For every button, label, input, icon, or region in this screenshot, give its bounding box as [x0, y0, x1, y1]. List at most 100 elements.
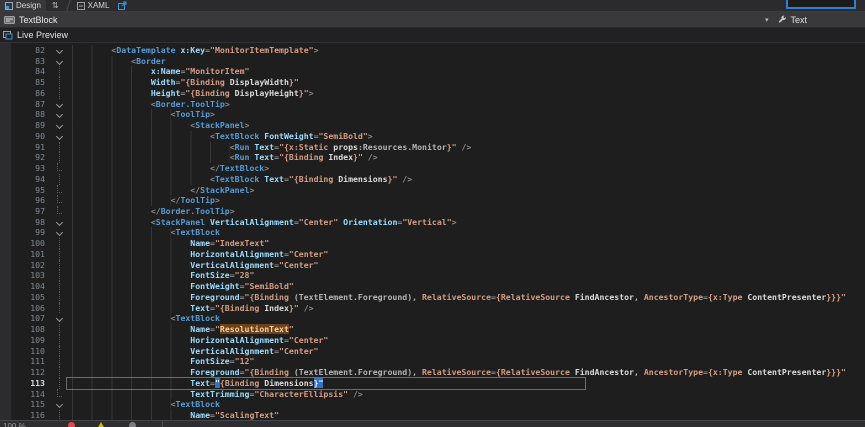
- code-line-112[interactable]: 112Foreground="{Binding (TextElement.For…: [0, 367, 865, 378]
- edit-properties-button[interactable]: Text: [778, 15, 807, 25]
- fold-chevron-icon[interactable]: [52, 45, 66, 56]
- token: ToolTip: [180, 195, 215, 205]
- code-line-103[interactable]: 103FontSize="28": [0, 270, 865, 281]
- code-text: x:Name="MonitorItem": [72, 66, 249, 77]
- token: :Resources.Monitor: [358, 142, 447, 152]
- fold-chevron-icon[interactable]: [52, 109, 66, 120]
- token: Border.ToolTip: [156, 99, 225, 109]
- code-line-108[interactable]: 108Name="ResolutionText": [0, 324, 865, 335]
- code-line-89[interactable]: 89<StackPanel>: [0, 120, 865, 131]
- token: }": [314, 378, 324, 388]
- indent-guides: [72, 356, 190, 367]
- indent-guides: [72, 206, 151, 217]
- code-line-107[interactable]: 107<TextBlock: [0, 313, 865, 324]
- tab-design[interactable]: Design: [0, 0, 46, 11]
- indent-guides: [72, 66, 151, 77]
- code-line-109[interactable]: 109HorizontalAlignment="Center": [0, 335, 865, 346]
- code-line-111[interactable]: 111FontSize="12": [0, 356, 865, 367]
- breadcrumb-element[interactable]: TextBlock: [19, 15, 58, 25]
- popout-window-icon[interactable]: [118, 1, 127, 10]
- token: Name: [190, 324, 210, 334]
- fold-chevron-icon[interactable]: [52, 313, 66, 324]
- code-text: FontWeight="SemiBold": [72, 281, 294, 292]
- fold-guide: [52, 260, 66, 271]
- code-line-88[interactable]: 88<ToolTip>: [0, 109, 865, 120]
- code-line-110[interactable]: 110VerticalAlignment="Center": [0, 346, 865, 357]
- fold-chevron-icon[interactable]: [52, 399, 66, 410]
- code-line-106[interactable]: 106Text="{Binding Index}" />: [0, 303, 865, 314]
- code-line-84[interactable]: 84x:Name="MonitorItem": [0, 66, 865, 77]
- xaml-code-editor[interactable]: 82<DataTemplate x:Key="MonitorItemTempla…: [0, 43, 865, 421]
- swap-panes-icon[interactable]: ⇅: [52, 1, 59, 11]
- fold-chevron-icon[interactable]: [52, 227, 66, 238]
- code-text: <Border: [72, 56, 166, 67]
- token: x:Key: [180, 45, 205, 55]
- zoom-level[interactable]: 100 %: [3, 422, 26, 427]
- line-number: 100: [0, 238, 45, 249]
- fold-chevron-icon[interactable]: [52, 131, 66, 142]
- code-line-93[interactable]: 93</TextBlock>: [0, 163, 865, 174]
- line-number: 97: [0, 206, 45, 217]
- code-line-95[interactable]: 95</StackPanel>: [0, 185, 865, 196]
- indent-guides: [72, 292, 190, 303]
- token: Name: [190, 410, 210, 420]
- code-line-86[interactable]: 86Height="{Binding DisplayHeight}">: [0, 88, 865, 99]
- indent-guides: [72, 152, 230, 163]
- indent-guides: [72, 77, 151, 88]
- code-line-105[interactable]: 105Foreground="{Binding (TextElement.For…: [0, 292, 865, 303]
- fold-guide: [52, 303, 66, 314]
- code-line-98[interactable]: 98<StackPanel VerticalAlignment="Center"…: [0, 217, 865, 228]
- token: >: [215, 195, 220, 205]
- indent-guides: [72, 109, 171, 120]
- indent-guides: [72, 185, 190, 196]
- code-text: <StackPanel>: [72, 120, 249, 131]
- token: RelativeSource: [422, 367, 491, 377]
- fold-chevron-icon[interactable]: [52, 217, 66, 228]
- token: TextTrimming: [190, 389, 249, 399]
- token: StackPanel: [195, 120, 244, 130]
- designer-tab-strip: Design ⇅ XAML: [0, 0, 865, 12]
- line-number: 101: [0, 249, 45, 260]
- token: >: [245, 120, 250, 130]
- code-line-87[interactable]: 87<Border.ToolTip>: [0, 99, 865, 110]
- token: Text: [190, 378, 210, 388]
- line-number: 92: [0, 152, 45, 163]
- code-line-83[interactable]: 83<Border: [0, 56, 865, 67]
- code-line-104[interactable]: 104FontWeight="SemiBold": [0, 281, 865, 292]
- code-line-100[interactable]: 100Name="IndexText": [0, 238, 865, 249]
- fold-chevron-icon[interactable]: [52, 56, 66, 67]
- code-text: </ToolTip>: [72, 195, 220, 206]
- token: VerticalAlignment: [190, 346, 274, 356]
- tab-xaml[interactable]: XAML: [72, 0, 115, 11]
- code-line-114[interactable]: 114TextTrimming="CharacterEllipsis" />: [0, 389, 865, 400]
- fold-chevron-icon[interactable]: [52, 120, 66, 131]
- code-line-90[interactable]: 90<TextBlock FontWeight="SemiBold">: [0, 131, 865, 142]
- code-text: FontSize="28": [72, 270, 254, 281]
- warnings-icon[interactable]: [97, 422, 105, 427]
- fold-chevron-icon[interactable]: [52, 99, 66, 110]
- token: />: [363, 152, 378, 162]
- errors-icon[interactable]: [68, 422, 75, 427]
- code-line-92[interactable]: 92<Run Text="{Binding Index}" />: [0, 152, 865, 163]
- code-line-85[interactable]: 85Width="{Binding DisplayWidth}": [0, 77, 865, 88]
- code-line-82[interactable]: 82<DataTemplate x:Key="MonitorItemTempla…: [0, 45, 865, 56]
- messages-icon[interactable]: [129, 422, 136, 427]
- token: "Center": [279, 260, 318, 270]
- token: Index: [328, 152, 353, 162]
- token: >: [225, 99, 230, 109]
- token: TextBlock: [176, 399, 220, 409]
- line-number: 115: [0, 399, 45, 410]
- code-line-91[interactable]: 91<Run Text="{x:Static props:Resources.M…: [0, 142, 865, 153]
- token: Foreground: [190, 367, 239, 377]
- breadcrumb-dropdown-icon[interactable]: ▾: [765, 16, 769, 24]
- code-line-102[interactable]: 102VerticalAlignment="Center": [0, 260, 865, 271]
- indent-guides: [72, 346, 190, 357]
- code-line-101[interactable]: 101 HorizontalAlignment="Center": [0, 249, 865, 260]
- code-text: HorizontalAlignment="Center": [72, 249, 328, 260]
- code-line-94[interactable]: 94<TextBlock Text="{Binding Dimensions}"…: [0, 174, 865, 185]
- code-line-96[interactable]: 96</ToolTip>: [0, 195, 865, 206]
- code-line-97[interactable]: 97</Border.ToolTip>: [0, 206, 865, 217]
- code-line-115[interactable]: 115<TextBlock: [0, 399, 865, 410]
- code-line-99[interactable]: 99<TextBlock: [0, 227, 865, 238]
- code-line-113[interactable]: 113Text="{Binding Dimensions}": [0, 378, 865, 389]
